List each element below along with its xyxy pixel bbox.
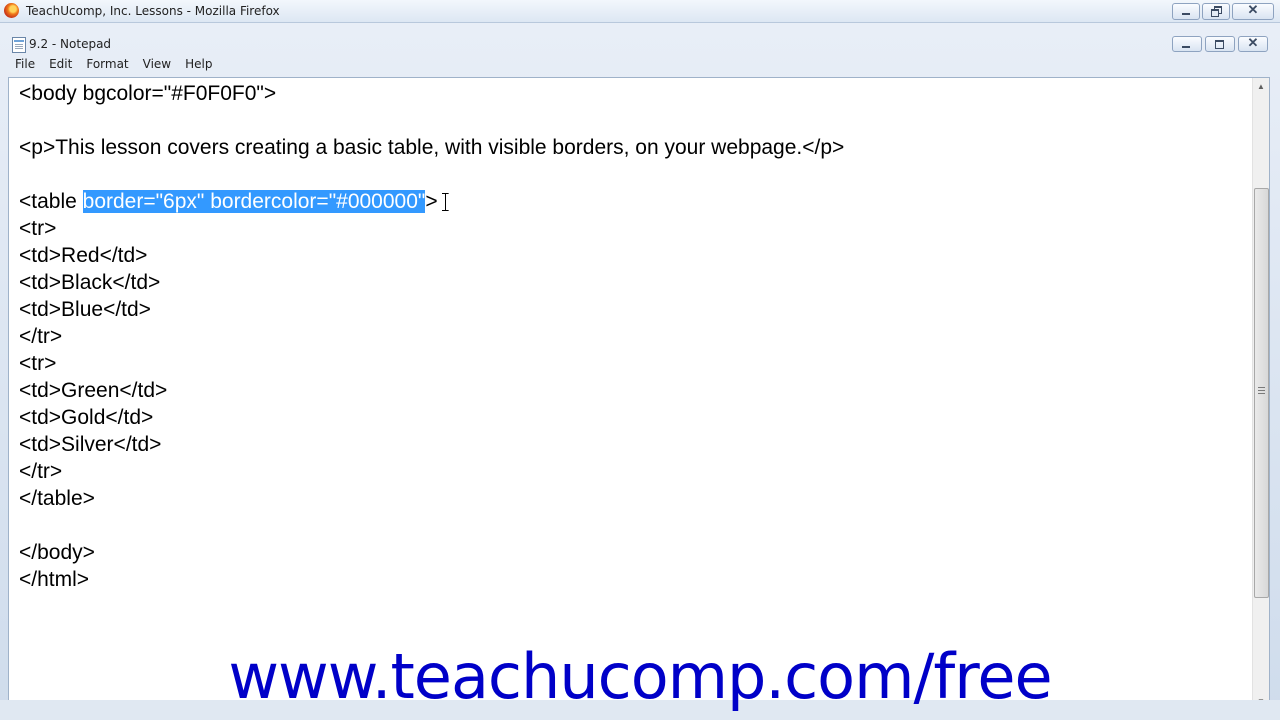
browser-minimize-button[interactable] xyxy=(1172,3,1200,20)
text-line xyxy=(19,107,1249,134)
menu-bar: File Edit Format View Help xyxy=(8,55,1272,74)
text-line: <td>Gold</td> xyxy=(19,406,154,429)
watermark-url: www.teachucomp.com/free xyxy=(228,640,1052,713)
editor-content[interactable]: <body bgcolor="#F0F0F0"> <p>This lesson … xyxy=(19,80,1249,706)
text-editor[interactable]: <body bgcolor="#F0F0F0"> <p>This lesson … xyxy=(8,77,1270,711)
text-line: <td>Black</td> xyxy=(19,271,161,294)
text-line: <table border="6px" bordercolor="#000000… xyxy=(19,188,1249,215)
ibeam-cursor-icon xyxy=(442,193,449,211)
close-icon: ✕ xyxy=(1247,35,1259,50)
text-fragment: <table xyxy=(19,190,83,213)
scrollbar-thumb[interactable] xyxy=(1254,188,1269,598)
menu-edit[interactable]: Edit xyxy=(42,55,79,74)
menu-help[interactable]: Help xyxy=(178,55,219,74)
minimize-icon xyxy=(1182,13,1190,15)
maximize-icon xyxy=(1215,40,1224,49)
minimize-icon xyxy=(1182,46,1190,48)
text-line: <tr> xyxy=(19,217,57,240)
text-line: </html> xyxy=(19,568,90,591)
text-line: <td>Blue</td> xyxy=(19,298,151,321)
text-line: <tr> xyxy=(19,352,57,375)
text-line xyxy=(19,161,1249,188)
browser-window-controls: ✕ xyxy=(1172,2,1274,20)
vertical-scrollbar[interactable]: ▲ ▼ xyxy=(1252,78,1269,710)
text-line: <td>Green</td> xyxy=(19,379,168,402)
menu-view[interactable]: View xyxy=(136,55,178,74)
browser-restore-button[interactable] xyxy=(1202,3,1230,20)
notepad-maximize-button[interactable] xyxy=(1205,36,1235,52)
browser-titlebar: TeachUcomp, Inc. Lessons - Mozilla Firef… xyxy=(0,0,1280,23)
notepad-window-title: 9.2 - Notepad xyxy=(29,37,112,51)
text-line: </tr> xyxy=(19,460,63,483)
grip-icon xyxy=(1258,387,1265,394)
firefox-icon xyxy=(4,3,19,18)
selected-text[interactable]: border="6px" bordercolor="#000000" xyxy=(82,190,426,213)
text-line xyxy=(19,512,1249,539)
text-line: <td>Red</td> xyxy=(19,244,148,267)
text-fragment: > xyxy=(425,190,438,213)
notepad-window: 9.2 - Notepad ✕ File Edit Format View He… xyxy=(0,23,1280,720)
notepad-window-controls: ✕ xyxy=(1172,35,1268,52)
text-line: <td>Silver</td> xyxy=(19,433,162,456)
scroll-up-arrow-icon[interactable]: ▲ xyxy=(1253,78,1269,95)
browser-close-button[interactable]: ✕ xyxy=(1232,2,1274,20)
browser-window-title: TeachUcomp, Inc. Lessons - Mozilla Firef… xyxy=(26,4,280,18)
notepad-titlebar: 9.2 - Notepad ✕ xyxy=(0,31,1280,55)
notepad-minimize-button[interactable] xyxy=(1172,36,1202,52)
text-line: </body> xyxy=(19,541,95,564)
menu-file[interactable]: File xyxy=(8,55,42,74)
text-line: </tr> xyxy=(19,325,63,348)
text-line: </table> xyxy=(19,487,95,510)
notepad-close-button[interactable]: ✕ xyxy=(1238,35,1268,52)
notepad-icon xyxy=(12,37,26,53)
text-line: <p>This lesson covers creating a basic t… xyxy=(19,136,845,159)
text-line: <body bgcolor="#F0F0F0"> xyxy=(19,82,277,105)
menu-format[interactable]: Format xyxy=(79,55,135,74)
close-icon: ✕ xyxy=(1247,2,1259,17)
